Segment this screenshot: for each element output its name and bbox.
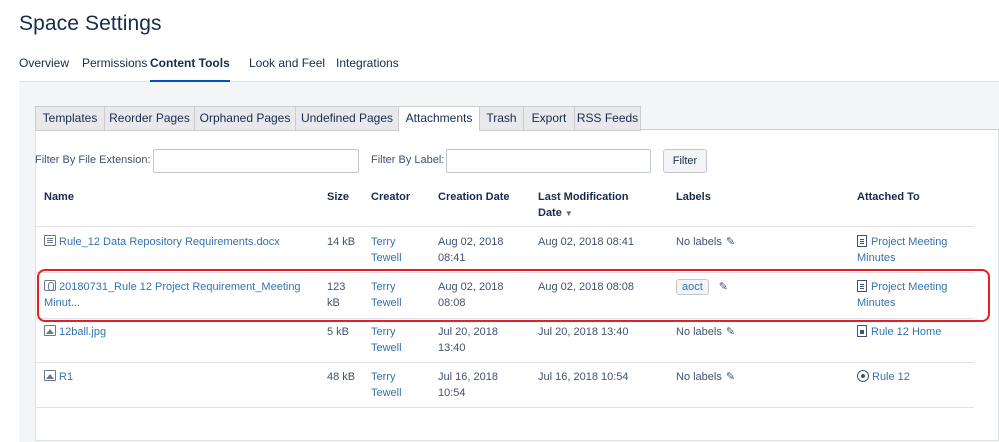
creator-link[interactable]: Terry Tewell [371,234,402,266]
creation-date: Jul 20, 2018 13:40 [438,326,498,354]
attachment-size: 123 kB [327,281,346,309]
edit-labels-pencil-icon[interactable]: ✎ [726,324,735,340]
creation-date: Aug 02, 2018 08:41 [438,236,504,264]
tab-integrations[interactable]: Integrations [336,55,399,82]
page-icon [857,235,867,247]
file-extension-filter-input[interactable] [153,149,359,173]
creator-link[interactable]: Terry Tewell [371,279,402,311]
subtab-attachments[interactable]: Attachments [398,106,479,132]
attached-to-link[interactable]: Project Meeting Minutes [857,234,947,266]
image-icon [44,325,56,336]
modification-date: Jul 20, 2018 13:40 [538,326,629,338]
column-header-attached-to[interactable]: Attached To [857,189,920,205]
row-divider [35,362,974,363]
creation-date: Aug 02, 2018 08:08 [438,281,504,309]
space-icon [857,370,869,382]
content-panel [19,82,999,442]
subtab-trash[interactable]: Trash [479,106,523,131]
column-header-modified-line1: Last Modification [538,191,629,203]
document-icon [44,235,56,246]
attached-to-link[interactable]: Rule 12 Home [857,324,941,340]
subtab-undefined-pages[interactable]: Undefined Pages [295,106,398,131]
tab-overview[interactable]: Overview [19,55,69,82]
attachment-name-link[interactable]: R1 [44,369,324,385]
tab-look-and-feel[interactable]: Look and Feel [249,55,325,82]
sort-descending-icon: ▼ [564,209,573,218]
labels-value: No labels [676,326,722,338]
modification-date: Jul 16, 2018 10:54 [538,371,629,383]
labels-cell: No labels ✎ [676,234,735,250]
subtab-orphaned-pages[interactable]: Orphaned Pages [194,106,295,131]
image-icon [44,370,56,381]
attached-to-link[interactable]: Project Meeting Minutes [857,279,947,311]
labels-cell: No labels ✎ [676,324,735,340]
page-icon [857,280,867,292]
labels-cell: No labels ✎ [676,369,735,385]
attachment-size: 48 kB [327,371,356,383]
subtab-templates[interactable]: Templates [35,106,104,131]
header-divider [35,226,974,227]
top-tabs: Overview Permissions Content Tools Look … [19,55,999,82]
home-page-icon [857,325,867,337]
page-title: Space Settings [19,12,162,35]
modification-date: Aug 02, 2018 08:41 [538,236,635,248]
labels-value: No labels [676,371,722,383]
row-divider [35,272,974,273]
subtab-rss-feeds[interactable]: RSS Feeds [574,106,641,131]
column-header-name[interactable]: Name [44,189,74,205]
tab-permissions[interactable]: Permissions [82,55,147,82]
creation-date: Jul 16, 2018 10:54 [438,371,498,399]
subtab-reorder-pages[interactable]: Reorder Pages [104,106,194,131]
labels-cell: aoct ✎ [676,279,728,295]
labels-value: No labels [676,236,722,248]
modification-date: Aug 02, 2018 08:08 [538,281,635,293]
pdf-icon [44,280,56,291]
label-filter-input[interactable] [446,149,651,173]
label-tag[interactable]: aoct [676,279,709,295]
creator-link[interactable]: Terry Tewell [371,369,402,401]
attachment-size: 5 kB [327,326,350,338]
edit-labels-pencil-icon[interactable]: ✎ [719,279,728,295]
column-header-labels[interactable]: Labels [676,189,711,205]
creator-link[interactable]: Terry Tewell [371,324,402,356]
subtab-export[interactable]: Export [523,106,574,131]
edit-labels-pencil-icon[interactable]: ✎ [726,234,735,250]
attachment-size: 14 kB [327,236,356,248]
attachment-name-link[interactable]: Rule_12 Data Repository Requirements.doc… [44,234,324,250]
attached-to-link[interactable]: Rule 12 [857,369,910,385]
attachment-name-link[interactable]: 20180731_Rule 12 Project Requirement_Mee… [44,279,319,311]
edit-labels-pencil-icon[interactable]: ✎ [726,369,735,385]
column-header-creation-date[interactable]: Creation Date [438,189,510,205]
file-extension-filter-label: Filter By File Extension: [35,154,151,166]
column-header-last-modification-date[interactable]: Last Modification Date ▼ [538,189,628,222]
label-filter-label: Filter By Label: [371,154,445,166]
column-header-size[interactable]: Size [327,189,349,205]
column-header-modified-line2: Date [538,207,562,219]
column-header-creator[interactable]: Creator [371,189,410,205]
filter-button[interactable]: Filter [663,149,707,173]
tab-content-tools[interactable]: Content Tools [150,55,230,82]
row-divider [35,407,974,408]
attachment-name-link[interactable]: 12ball.jpg [44,324,324,340]
row-divider [35,318,974,319]
